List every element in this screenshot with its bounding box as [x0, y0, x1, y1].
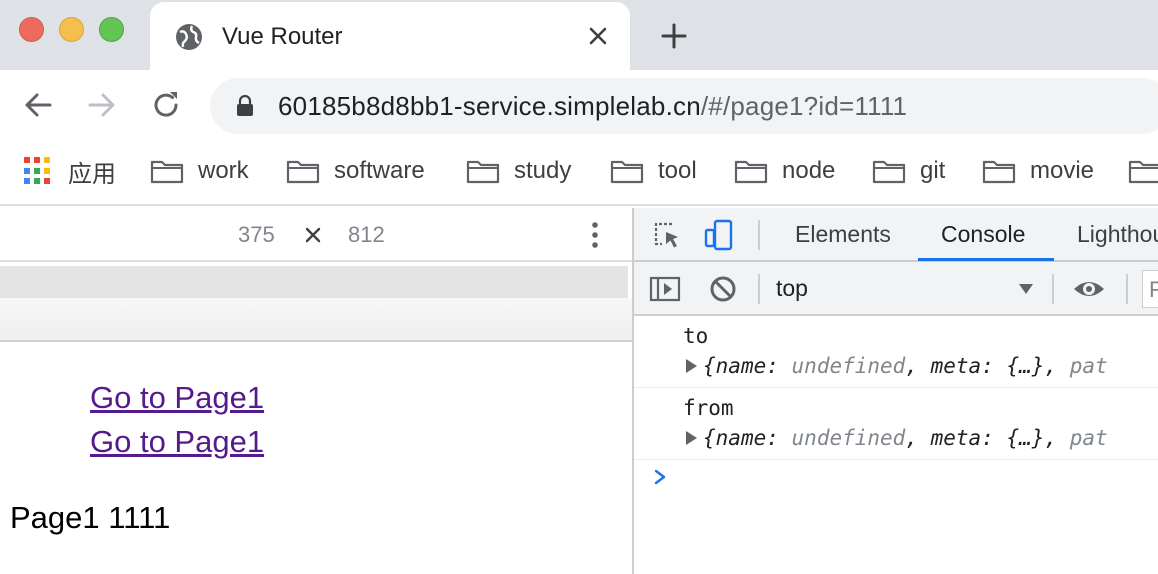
- folder-icon: [150, 160, 184, 184]
- inspect-element-icon[interactable]: [650, 218, 684, 252]
- console-object-preview[interactable]: {name: undefined, meta: {…}, pat: [686, 354, 1108, 378]
- new-tab-button[interactable]: [658, 20, 690, 52]
- apps-grid-icon: [24, 157, 52, 185]
- lock-icon[interactable]: [235, 95, 255, 117]
- toolbar-separator: [758, 274, 760, 304]
- active-tab-indicator: [918, 258, 1054, 261]
- bookmark-label: study: [514, 157, 572, 184]
- reload-button[interactable]: [148, 87, 184, 123]
- times-icon: [305, 227, 321, 243]
- page-content: Go to Page1 Go to Page1 Page1 1111: [0, 342, 633, 574]
- filter-placeholder: Filter: [1149, 277, 1158, 302]
- console-log-label: to: [683, 324, 709, 348]
- bookmark-label: tool: [658, 157, 697, 184]
- device-width-input[interactable]: 375: [238, 222, 275, 248]
- tab-elements[interactable]: Elements: [795, 221, 891, 248]
- bookmark-folder-overflow[interactable]: [1128, 154, 1158, 188]
- bookmark-label: 应用: [68, 160, 116, 188]
- bookmark-folder[interactable]: git: [872, 154, 945, 188]
- bookmark-folder[interactable]: study: [466, 154, 571, 188]
- media-query-bar[interactable]: [0, 266, 628, 298]
- chevron-down-icon[interactable]: [1018, 282, 1034, 296]
- back-button[interactable]: [20, 87, 56, 123]
- expand-triangle-icon[interactable]: [686, 431, 697, 445]
- folder-icon: [286, 160, 320, 184]
- clear-console-icon[interactable]: [706, 272, 740, 306]
- tab-title: Vue Router: [222, 23, 343, 50]
- tab-console[interactable]: Console: [941, 221, 1025, 248]
- url-host: 60185b8d8bb1-service.simplelab.cn: [278, 91, 701, 121]
- console-toolbar: top Filter: [634, 262, 1158, 316]
- close-tab-icon[interactable]: [584, 22, 612, 50]
- bookmark-apps[interactable]: 应用: [24, 154, 116, 188]
- device-toolbar: 375 812: [0, 208, 633, 262]
- devtools-panel: Elements Console Lighthouse top Filter: [634, 208, 1158, 574]
- console-object-preview[interactable]: {name: undefined, meta: {…}, pat: [686, 426, 1108, 450]
- bookmark-folder[interactable]: software: [286, 154, 425, 188]
- console-prompt-icon[interactable]: [652, 468, 668, 486]
- console-message: from {name: undefined, meta: {…}, pat: [634, 388, 1158, 460]
- close-window-button[interactable]: [19, 17, 44, 42]
- bookmark-label: software: [334, 157, 425, 184]
- folder-icon: [982, 160, 1016, 184]
- toolbar-separator: [1126, 274, 1128, 304]
- url-path: /#/page1?id=1111: [700, 91, 908, 121]
- toolbar-separator: [758, 220, 760, 250]
- route-view-text: Page1 1111: [10, 500, 171, 535]
- console-message: to {name: undefined, meta: {…}, pat: [634, 316, 1158, 388]
- bookmark-label: work: [198, 157, 249, 184]
- folder-icon: [872, 160, 906, 184]
- zoom-window-button[interactable]: [99, 17, 124, 42]
- device-height-input[interactable]: 812: [348, 222, 385, 248]
- bookmark-folder[interactable]: movie: [982, 154, 1094, 188]
- bookmark-folder[interactable]: tool: [610, 154, 697, 188]
- toolbar-separator: [1052, 274, 1054, 304]
- bookmark-label: node: [782, 157, 836, 184]
- more-options-icon[interactable]: [585, 220, 605, 250]
- show-sidebar-icon[interactable]: [648, 272, 682, 306]
- url-text[interactable]: 60185b8d8bb1-service.simplelab.cn/#/page…: [278, 91, 907, 121]
- browser-toolbar: 60185b8d8bb1-service.simplelab.cn/#/page…: [0, 70, 1158, 142]
- minimize-window-button[interactable]: [59, 17, 84, 42]
- bookmark-label: movie: [1030, 157, 1095, 184]
- go-to-page1-link[interactable]: Go to Page1: [90, 380, 264, 416]
- javascript-context-select[interactable]: top: [776, 275, 808, 302]
- device-toolbar-toggle-icon[interactable]: [702, 218, 736, 252]
- tab-lighthouse[interactable]: Lighthouse: [1077, 221, 1158, 248]
- folder-icon: [466, 160, 500, 184]
- address-bar[interactable]: 60185b8d8bb1-service.simplelab.cn/#/page…: [210, 78, 1158, 134]
- bookmark-folder[interactable]: node: [734, 154, 835, 188]
- tab-strip: Vue Router: [0, 0, 1158, 70]
- console-filter-input[interactable]: Filter: [1142, 270, 1158, 308]
- bookmarks-bar: 应用 work software study tool node git mov…: [0, 142, 1158, 206]
- devtools-tabbar: Elements Console Lighthouse: [634, 208, 1158, 262]
- globe-icon: [176, 24, 202, 50]
- folder-icon: [734, 160, 768, 184]
- go-to-page1-link[interactable]: Go to Page1: [90, 424, 264, 460]
- forward-button[interactable]: [84, 87, 120, 123]
- expand-triangle-icon[interactable]: [686, 359, 697, 373]
- console-log-label: from: [683, 396, 734, 420]
- bookmark-label: git: [920, 157, 946, 184]
- folder-icon: [610, 160, 644, 184]
- browser-tab[interactable]: Vue Router: [150, 2, 630, 70]
- device-viewport-pane: 375 812 Go to Page1 Go to Page1 Page1 11…: [0, 208, 633, 574]
- bookmark-folder[interactable]: work: [150, 154, 249, 188]
- eye-icon[interactable]: [1072, 272, 1106, 306]
- folder-icon: [1128, 160, 1158, 184]
- ruler-bar: [0, 298, 633, 342]
- console-output: to {name: undefined, meta: {…}, pat from…: [634, 316, 1158, 574]
